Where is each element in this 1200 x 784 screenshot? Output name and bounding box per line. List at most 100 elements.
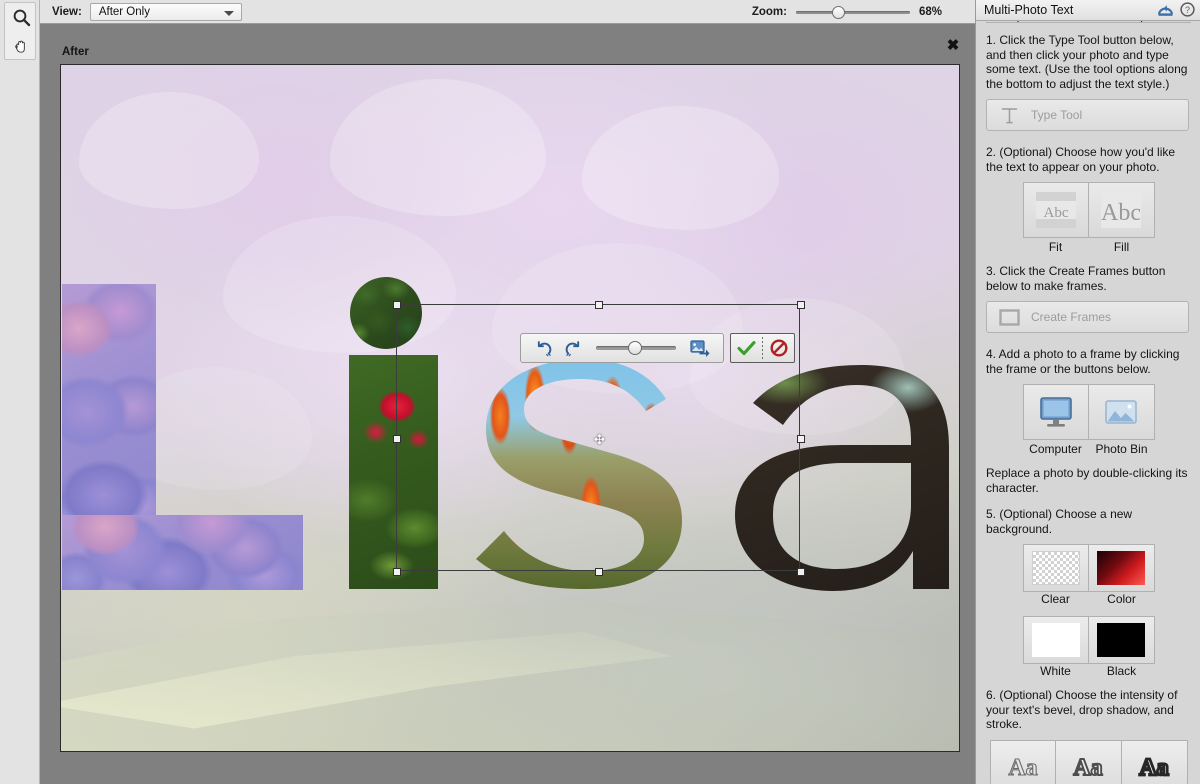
zoom-slider[interactable]	[796, 5, 910, 19]
background-black-label: Black	[1106, 664, 1137, 678]
panel-title: Multi-Photo Text	[984, 3, 1074, 17]
computer-icon	[1039, 397, 1072, 427]
intensity-small-button[interactable]: Aa	[989, 739, 1056, 784]
background-color-label: Color	[1107, 592, 1136, 606]
photo-bin-button[interactable]	[1088, 384, 1155, 440]
step-1-text: 1. Click the Type Tool button below, and…	[986, 33, 1188, 91]
background-black-button[interactable]	[1088, 616, 1155, 664]
add-photo-options	[986, 384, 1191, 440]
commit-button[interactable]	[731, 334, 762, 362]
replace-photo-note: Replace a photo by double-clicking its c…	[986, 466, 1188, 495]
hand-icon	[14, 40, 25, 53]
background-options-row-1	[986, 544, 1191, 592]
letter-L-photo-tile[interactable]	[62, 515, 303, 590]
chevron-down-icon	[223, 10, 234, 16]
background-clear-label: Clear	[1041, 592, 1070, 606]
type-tool-icon	[987, 106, 1031, 125]
cancel-button[interactable]	[763, 334, 794, 362]
rotate-clockwise-icon	[565, 340, 579, 356]
close-icon[interactable]: ✖	[945, 38, 961, 54]
fill-button[interactable]: Abc	[1088, 182, 1155, 238]
top-options-bar: View: After Only Zoom: 68%	[40, 0, 975, 24]
zoom-value: 68%	[919, 6, 943, 18]
create-frames-label: Create Frames	[1031, 310, 1112, 324]
cancel-icon	[769, 339, 788, 357]
background-white-label: White	[1040, 664, 1071, 678]
text-appearance-options: Abc Abc	[986, 182, 1191, 238]
view-mode-value: After Only	[98, 5, 150, 18]
zoom-slider-track	[796, 11, 910, 14]
panel-header-icons: ?	[1157, 2, 1195, 22]
panel-cut-off-line: Final (Roll over to see before)	[986, 21, 1191, 23]
letter-i-stem-photo-tile[interactable]	[349, 355, 438, 589]
photo-bin-label: Photo Bin	[1095, 442, 1148, 456]
panel-scroll-region[interactable]: Final (Roll over to see before) 1. Click…	[976, 21, 1200, 784]
photo-bin-icon	[1105, 400, 1137, 424]
view-mode-select[interactable]: After Only	[89, 2, 242, 21]
background-clear-button[interactable]	[1022, 544, 1089, 592]
rotate-right-button[interactable]	[558, 335, 586, 361]
background-white-button[interactable]	[1022, 616, 1089, 664]
background-color-button[interactable]	[1088, 544, 1155, 592]
step-3-text: 3. Click the Create Frames button below …	[986, 264, 1166, 293]
aa-small-icon: Aa	[1007, 754, 1037, 781]
hand-tool-button[interactable]	[5, 32, 37, 61]
fit-label: Fit	[1048, 240, 1063, 254]
type-tool-button[interactable]: Type Tool	[986, 99, 1189, 131]
black-swatch	[1097, 623, 1145, 657]
intensity-options: Aa Aa Aa	[986, 739, 1191, 784]
background-captions-row-1: Clear Color	[986, 592, 1191, 606]
red-gradient-swatch	[1097, 551, 1145, 585]
photo-size-slider-knob[interactable]	[628, 341, 642, 355]
zoom-control-group: Zoom: 68%	[752, 0, 953, 24]
aa-medium-icon: Aa	[1072, 754, 1103, 782]
help-icon[interactable]: ?	[1180, 2, 1195, 22]
create-frames-button[interactable]: Create Frames	[986, 301, 1189, 333]
rotate-counterclockwise-icon	[537, 340, 551, 356]
moss-photo	[350, 277, 422, 349]
text-appearance-captions: Fit Fill	[986, 240, 1191, 254]
purple-hydrangea-photo	[62, 515, 303, 590]
photo-canvas[interactable]: ✣	[60, 64, 960, 752]
letter-i-dot-photo-tile[interactable]	[350, 277, 422, 349]
background-options-row-2	[986, 616, 1191, 664]
application-window: View: After Only Zoom: 68% After ✖ ✣ Mul…	[0, 0, 1200, 784]
panel-header: Multi-Photo Text ?	[976, 0, 1200, 21]
replace-photo-button[interactable]	[686, 335, 714, 361]
zoom-label: Zoom:	[751, 6, 787, 18]
rotate-left-button[interactable]	[530, 335, 558, 361]
canvas-area: After ✖ ✣	[40, 24, 975, 784]
left-tool-strip	[0, 0, 40, 784]
step-5-text: 5. (Optional) Choose a new background.	[986, 507, 1133, 536]
replace-photo-icon	[690, 340, 710, 357]
canvas-state-label: After	[62, 46, 89, 58]
add-photo-captions: Computer Photo Bin	[986, 442, 1191, 456]
white-swatch	[1031, 623, 1080, 657]
computer-button[interactable]	[1022, 384, 1089, 440]
step-2-text: 2. (Optional) Choose how you'd like the …	[986, 145, 1176, 174]
photo-size-slider[interactable]	[596, 338, 676, 358]
right-panel: Multi-Photo Text ? 1. Click the Type Too…	[975, 0, 1200, 784]
background-captions-row-2: White Black	[986, 664, 1191, 678]
zoom-tool-button[interactable]	[5, 3, 37, 32]
panel-content: Final (Roll over to see before) 1. Click…	[976, 21, 1200, 784]
reset-icon[interactable]	[1157, 2, 1174, 22]
svg-text:Abc: Abc	[1043, 205, 1068, 221]
view-label: View:	[52, 5, 82, 18]
step-6-text: 6. (Optional) Choose the intensity of yo…	[986, 688, 1178, 731]
intensity-large-button[interactable]: Aa	[1121, 739, 1188, 784]
abc-fill-icon: Abc	[1101, 192, 1141, 228]
zoom-slider-knob[interactable]	[832, 6, 845, 19]
abc-fit-icon: Abc	[1035, 192, 1076, 228]
tool-group	[4, 2, 36, 60]
intensity-medium-button[interactable]: Aa	[1055, 739, 1122, 784]
red-rose-photo	[349, 355, 438, 589]
fit-button[interactable]: Abc	[1022, 182, 1089, 238]
checkmark-icon	[737, 340, 756, 355]
step-4-text: 4. Add a photo to a frame by clicking th…	[986, 347, 1180, 376]
aa-large-icon: Aa	[1138, 753, 1170, 782]
svg-text:Aa: Aa	[1073, 755, 1102, 781]
magnifier-icon	[13, 9, 30, 27]
frame-edit-controls	[520, 333, 724, 363]
frame-icon	[987, 308, 1031, 326]
